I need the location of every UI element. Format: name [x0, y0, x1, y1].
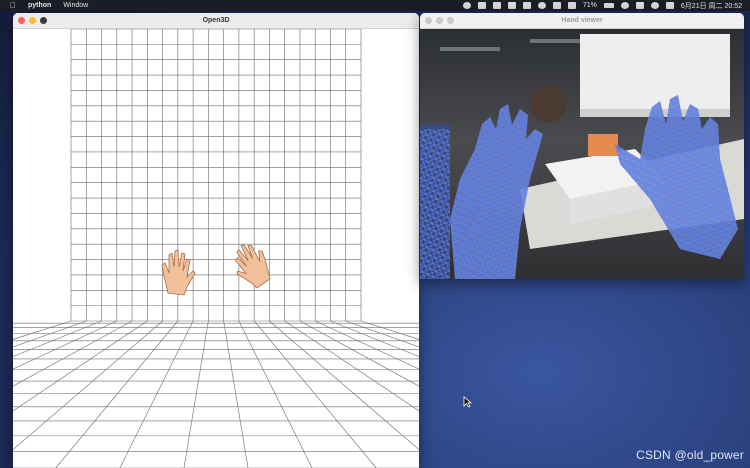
minimize-button[interactable]: [29, 17, 36, 24]
control-icon[interactable]: [635, 2, 644, 9]
close-button[interactable]: [425, 17, 432, 24]
floor-grid-line: [284, 320, 419, 412]
monitor: [580, 34, 730, 109]
app-icon[interactable]: [492, 2, 501, 9]
open3d-window[interactable]: Open3D: [13, 13, 419, 468]
floor-grid-line: [13, 320, 72, 340]
zoom-button[interactable]: [447, 17, 454, 24]
hand-viewer-titlebar[interactable]: Hand viewer: [420, 13, 744, 29]
app-menu-python[interactable]: python: [28, 2, 51, 9]
arrow-icon[interactable]: [477, 2, 486, 9]
floor-grid-line: [13, 320, 163, 451]
app-icon[interactable]: [522, 2, 531, 9]
floor-grid-line: [253, 320, 377, 468]
apple-menu-icon[interactable]: : [10, 1, 16, 10]
app-icon[interactable]: [552, 2, 561, 9]
floor-grid-line: [55, 320, 179, 468]
floor-grid-line: [13, 320, 148, 412]
menu-window[interactable]: Window: [63, 2, 88, 9]
camera-image: [420, 29, 744, 279]
clock-text[interactable]: 6月21日 周二 20:52: [681, 1, 742, 11]
floor-grid-line: [223, 320, 249, 468]
floor-grid-line: [119, 320, 194, 468]
minimize-button[interactable]: [436, 17, 443, 24]
battery-text[interactable]: 71%: [583, 2, 597, 9]
left-hand-model: [161, 249, 196, 296]
camera-feed: [420, 29, 744, 279]
floor-grid-line: [13, 320, 87, 348]
menu-icon[interactable]: [665, 2, 674, 9]
battery-icon[interactable]: [603, 3, 614, 8]
menu-bar:  python Window 71% 6月21日 周二 20:52: [0, 0, 750, 11]
record-icon[interactable]: [462, 2, 471, 9]
app-icon[interactable]: [507, 2, 516, 9]
floor-grid-line: [13, 320, 117, 370]
window-title: Open3D: [202, 17, 230, 24]
wechat-icon[interactable]: [537, 2, 546, 9]
floor-grid-line: [345, 320, 419, 348]
3d-scene[interactable]: [13, 28, 419, 468]
close-button[interactable]: [18, 17, 25, 24]
floor-grid-line: [269, 320, 419, 451]
floor-grid-line: [315, 320, 419, 370]
open3d-titlebar[interactable]: Open3D: [13, 13, 419, 29]
open3d-canvas[interactable]: [13, 28, 419, 468]
wifi-icon[interactable]: [620, 2, 629, 9]
mouse-cursor-icon: [463, 396, 472, 408]
floor-grid-line: [360, 320, 419, 340]
right-hand-model: [234, 244, 271, 289]
floor-grid-line: [238, 320, 313, 468]
window-title: Hand viewer: [561, 17, 603, 24]
floor-grid-line: [183, 320, 209, 468]
watermark: CSDN @old_power: [636, 448, 744, 462]
floor-grid-line: [330, 320, 419, 357]
translate-icon[interactable]: [567, 2, 576, 9]
zoom-button[interactable]: [40, 17, 47, 24]
floor-grid-line: [13, 320, 102, 357]
user-icon[interactable]: [650, 2, 659, 9]
hand-viewer-window[interactable]: Hand viewer: [420, 13, 744, 279]
